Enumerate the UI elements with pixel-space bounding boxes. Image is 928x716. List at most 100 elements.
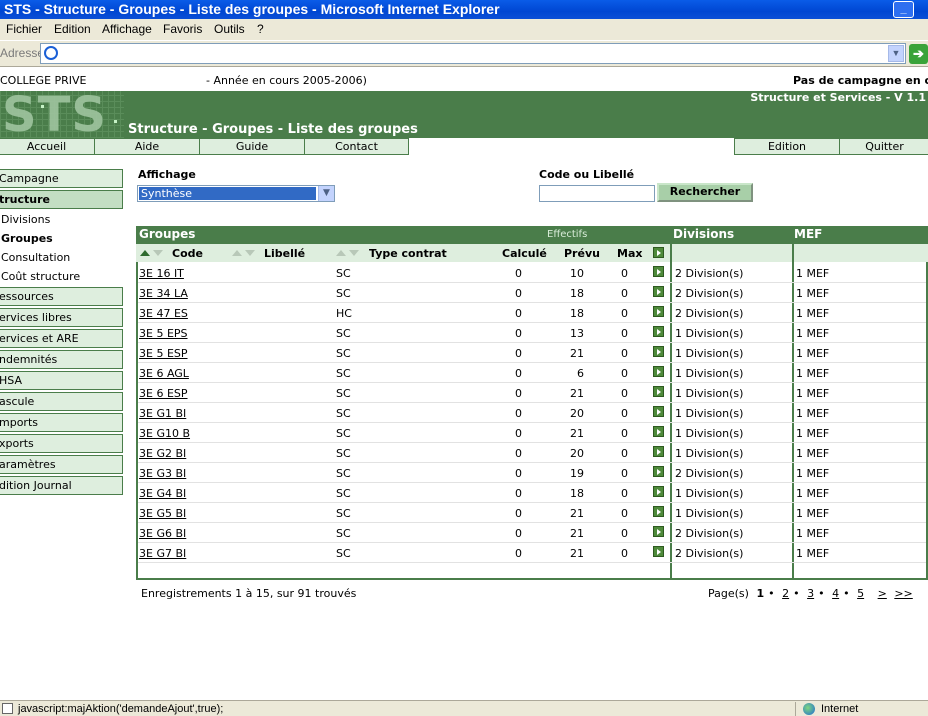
group-code-link[interactable]: 3E G4 BI — [139, 487, 186, 500]
menu-bascule[interactable]: ascule — [0, 392, 123, 411]
add-icon[interactable] — [653, 546, 664, 557]
nav-aide[interactable]: Aide — [94, 138, 200, 155]
type-contrat-cell: SC — [336, 327, 351, 340]
group-code-link[interactable]: 3E 6 ESP — [139, 387, 188, 400]
nav-guide[interactable]: Guide — [199, 138, 305, 155]
effectif-calcule-cell: 0 — [515, 447, 522, 460]
table-row: 3E G5 BI SC 0 21 0 1 Division(s) 1 MEF — [138, 503, 926, 523]
menu-services-libres[interactable]: ervices libres — [0, 308, 123, 327]
effectif-max-cell: 0 — [621, 467, 628, 480]
page-link[interactable]: 3 — [807, 587, 814, 600]
add-icon[interactable] — [653, 526, 664, 537]
menu-imports[interactable]: mports — [0, 413, 123, 432]
add-icon[interactable] — [653, 266, 664, 277]
add-icon[interactable] — [653, 326, 664, 337]
group-code-link[interactable]: 3E G5 BI — [139, 507, 186, 520]
table-row: 3E 5 EPS SC 0 13 0 1 Division(s) 1 MEF — [138, 323, 926, 343]
nav-contact[interactable]: Contact — [304, 138, 409, 155]
address-dropdown-icon[interactable]: ▼ — [888, 45, 904, 62]
menu-fichier[interactable]: Fichier — [6, 22, 42, 36]
page-link[interactable]: 5 — [857, 587, 864, 600]
group-code-link[interactable]: 3E G7 BI — [139, 547, 186, 560]
menu-edition-journal[interactable]: dition Journal — [0, 476, 123, 495]
group-code-link[interactable]: 3E G3 BI — [139, 467, 186, 480]
divisions-cell: 2 Division(s) — [675, 527, 744, 540]
group-code-link[interactable]: 3E G6 BI — [139, 527, 186, 540]
sort-desc-icon[interactable] — [245, 250, 255, 256]
menu-indemnites[interactable]: ndemnités — [0, 350, 123, 369]
group-code-link[interactable]: 3E 47 ES — [139, 307, 188, 320]
add-icon[interactable] — [653, 306, 664, 317]
nav-quitter[interactable]: Quitter — [839, 138, 928, 155]
menu-hsa[interactable]: HSA — [0, 371, 123, 390]
menu-structure[interactable]: tructure — [0, 190, 123, 209]
menu-campagne[interactable]: Campagne — [0, 169, 123, 188]
sort-asc-icon[interactable] — [232, 250, 242, 256]
page-last-link[interactable]: >> — [894, 587, 912, 600]
add-icon[interactable] — [653, 386, 664, 397]
menu-favoris[interactable]: Favoris — [163, 22, 202, 36]
menu-parametres[interactable]: aramètres — [0, 455, 123, 474]
add-icon[interactable] — [653, 426, 664, 437]
add-icon[interactable] — [653, 247, 664, 258]
sort-asc-icon[interactable] — [336, 250, 346, 256]
group-code-link[interactable]: 3E 5 ESP — [139, 347, 188, 360]
affichage-select[interactable]: Synthèse ▼ — [137, 185, 335, 202]
sort-desc-icon[interactable] — [349, 250, 359, 256]
add-icon[interactable] — [653, 446, 664, 457]
add-icon[interactable] — [653, 486, 664, 497]
mef-cell: 1 MEF — [796, 367, 830, 380]
page-next-link[interactable]: > — [878, 587, 887, 600]
table-row: 3E 6 ESP SC 0 21 0 1 Division(s) 1 MEF — [138, 383, 926, 403]
add-icon[interactable] — [653, 466, 664, 477]
code-libelle-input[interactable] — [539, 185, 655, 202]
mef-cell: 1 MEF — [796, 427, 830, 440]
sort-desc-icon[interactable] — [153, 250, 163, 256]
add-icon[interactable] — [653, 406, 664, 417]
add-icon[interactable] — [653, 346, 664, 357]
menu-edition[interactable]: Edition — [54, 22, 91, 36]
divisions-cell: 1 Division(s) — [675, 387, 744, 400]
mef-cell: 1 MEF — [796, 467, 830, 480]
chevron-down-icon[interactable]: ▼ — [318, 186, 334, 201]
add-icon[interactable] — [653, 286, 664, 297]
submenu-groupes[interactable]: Groupes — [1, 232, 53, 245]
menu-affichage[interactable]: Affichage — [102, 22, 152, 36]
minimize-button[interactable]: _ — [893, 1, 914, 18]
submenu-divisions[interactable]: Divisions — [1, 213, 50, 226]
menu-help[interactable]: ? — [257, 22, 264, 36]
nav-accueil[interactable]: Accueil — [0, 138, 95, 155]
group-code-link[interactable]: 3E 6 AGL — [139, 367, 189, 380]
rechercher-button[interactable]: Rechercher — [657, 183, 753, 202]
nav-edition[interactable]: Edition — [734, 138, 840, 155]
group-code-link[interactable]: 3E G2 BI — [139, 447, 186, 460]
type-contrat-cell: SC — [336, 447, 351, 460]
group-code-link[interactable]: 3E G1 BI — [139, 407, 186, 420]
effectif-calcule-cell: 0 — [515, 507, 522, 520]
mef-cell: 1 MEF — [796, 547, 830, 560]
submenu-consultation[interactable]: Consultation — [1, 251, 70, 264]
address-input[interactable]: ▼ — [40, 43, 906, 64]
group-code-link[interactable]: 3E G10 B — [139, 427, 190, 440]
group-code-link[interactable]: 3E 34 LA — [139, 287, 188, 300]
group-code-link[interactable]: 3E 5 EPS — [139, 327, 188, 340]
effectif-max-cell: 0 — [621, 547, 628, 560]
effectif-calcule-cell: 0 — [515, 387, 522, 400]
go-arrow-icon[interactable]: ➔ — [909, 44, 928, 64]
menu-services-are[interactable]: ervices et ARE — [0, 329, 123, 348]
effectif-calcule-cell: 0 — [515, 467, 522, 480]
page-link[interactable]: 4 — [832, 587, 839, 600]
submenu-cout-structure[interactable]: Coût structure — [1, 270, 80, 283]
menu-ressources[interactable]: essources — [0, 287, 123, 306]
page-separator: • — [818, 587, 825, 600]
add-icon[interactable] — [653, 506, 664, 517]
type-contrat-cell: SC — [336, 287, 351, 300]
sort-asc-icon[interactable] — [140, 250, 150, 256]
menu-outils[interactable]: Outils — [214, 22, 245, 36]
page-link[interactable]: 2 — [782, 587, 789, 600]
group-code-link[interactable]: 3E 16 IT — [139, 267, 184, 280]
type-contrat-cell: HC — [336, 307, 352, 320]
add-icon[interactable] — [653, 366, 664, 377]
menu-exports[interactable]: xports — [0, 434, 123, 453]
effectif-max-cell: 0 — [621, 307, 628, 320]
